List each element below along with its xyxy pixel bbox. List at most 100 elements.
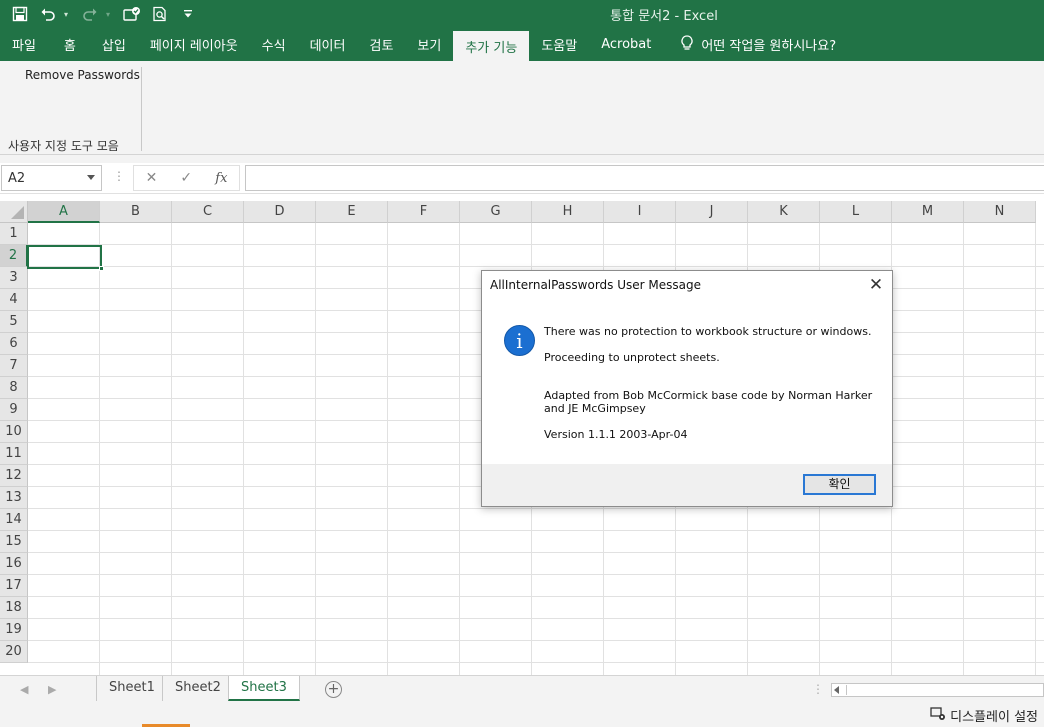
column-gridline bbox=[99, 223, 100, 675]
tab-formulas[interactable]: 수식 bbox=[250, 28, 298, 61]
tab-home[interactable]: 홈 bbox=[48, 28, 90, 61]
column-header-g[interactable]: G bbox=[460, 201, 532, 223]
display-settings-link[interactable]: 디스플레이 설정 bbox=[930, 706, 1038, 725]
row-header-10[interactable]: 10 bbox=[0, 421, 28, 443]
select-all-corner[interactable] bbox=[0, 201, 28, 223]
row-header-12[interactable]: 12 bbox=[0, 465, 28, 487]
row-header-16[interactable]: 16 bbox=[0, 553, 28, 575]
ok-button[interactable]: 확인 bbox=[803, 474, 876, 495]
cancel-icon[interactable]: ✕ bbox=[146, 170, 158, 186]
prev-sheet-icon[interactable]: ◀ bbox=[20, 683, 28, 696]
column-header-c[interactable]: C bbox=[172, 201, 244, 223]
row-header-19[interactable]: 19 bbox=[0, 619, 28, 641]
row-gridline bbox=[28, 574, 1044, 575]
row-gridline bbox=[28, 508, 1044, 509]
tab-add-ins[interactable]: 추가 기능 bbox=[453, 31, 530, 61]
column-gridline bbox=[459, 223, 460, 675]
ribbon-panel: Remove Passwords 사용자 지정 도구 모음 bbox=[0, 61, 1044, 155]
enter-icon[interactable]: ✓ bbox=[180, 170, 192, 186]
row-gridline bbox=[28, 618, 1044, 619]
fill-handle[interactable] bbox=[99, 266, 104, 271]
column-header-a[interactable]: A bbox=[28, 201, 100, 223]
tab-view[interactable]: 보기 bbox=[405, 28, 453, 61]
row-header-2[interactable]: 2 bbox=[0, 245, 28, 267]
column-gridline bbox=[1035, 223, 1036, 675]
window-title: 통합 문서2 - Excel bbox=[610, 9, 718, 24]
dialog-message-line1: There was no protection to workbook stru… bbox=[544, 325, 872, 338]
column-header-i[interactable]: I bbox=[604, 201, 676, 223]
sheet-tab-sheet3[interactable]: Sheet3 bbox=[228, 676, 300, 701]
ribbon-tabs: 파일 홈 삽입 페이지 레이아웃 수식 데이터 검토 보기 추가 기능 도움말 … bbox=[0, 28, 1044, 61]
tab-review[interactable]: 검토 bbox=[357, 28, 405, 61]
row-gridline bbox=[28, 530, 1044, 531]
column-header-b[interactable]: B bbox=[100, 201, 172, 223]
message-dialog: AllInternalPasswords User Message ✕ i Th… bbox=[481, 270, 893, 507]
lightbulb-icon bbox=[681, 34, 693, 55]
select-all-triangle bbox=[11, 206, 24, 219]
tab-page-layout[interactable]: 페이지 레이아웃 bbox=[138, 28, 250, 61]
column-header-h[interactable]: H bbox=[532, 201, 604, 223]
remove-passwords-button[interactable]: Remove Passwords bbox=[25, 68, 140, 82]
name-box[interactable]: A2 bbox=[1, 165, 102, 191]
row-header-18[interactable]: 18 bbox=[0, 597, 28, 619]
column-gridline bbox=[963, 223, 964, 675]
dialog-message-line3b: and JE McGimpsey bbox=[544, 402, 646, 415]
formula-input[interactable] bbox=[245, 165, 1044, 191]
tab-file[interactable]: 파일 bbox=[0, 28, 48, 61]
row-gridline bbox=[28, 662, 1044, 663]
row-header-1[interactable]: 1 bbox=[0, 223, 28, 245]
next-sheet-icon[interactable]: ▶ bbox=[48, 683, 56, 696]
column-header-n[interactable]: N bbox=[964, 201, 1036, 223]
row-header-11[interactable]: 11 bbox=[0, 443, 28, 465]
row-header-5[interactable]: 5 bbox=[0, 311, 28, 333]
custom-toolbars-group-label: 사용자 지정 도구 모음 bbox=[8, 139, 119, 153]
column-header-d[interactable]: D bbox=[244, 201, 316, 223]
row-header-20[interactable]: 20 bbox=[0, 641, 28, 663]
dialog-footer: 확인 bbox=[482, 464, 892, 506]
row-header-15[interactable]: 15 bbox=[0, 531, 28, 553]
row-header-7[interactable]: 7 bbox=[0, 355, 28, 377]
formula-bar-grip-icon[interactable]: ⋮ bbox=[113, 169, 125, 183]
close-icon[interactable]: ✕ bbox=[866, 275, 886, 295]
sheet-tab-sheet2[interactable]: Sheet2 bbox=[162, 676, 233, 701]
formula-bar: A2 ⋮ ✕ ✓ fx bbox=[0, 163, 1044, 193]
tab-acrobat[interactable]: Acrobat bbox=[589, 28, 663, 61]
tab-insert[interactable]: 삽입 bbox=[90, 28, 138, 61]
column-header-e[interactable]: E bbox=[316, 201, 388, 223]
column-header-f[interactable]: F bbox=[388, 201, 460, 223]
column-header-j[interactable]: J bbox=[676, 201, 748, 223]
row-header-14[interactable]: 14 bbox=[0, 509, 28, 531]
name-box-dropdown-icon[interactable] bbox=[87, 175, 95, 180]
sheet-tab-bar: ◀ ▶ Sheet1 Sheet2 Sheet3 + ⋮ bbox=[0, 675, 1044, 703]
row-header-8[interactable]: 8 bbox=[0, 377, 28, 399]
sheet-tab-sheet1[interactable]: Sheet1 bbox=[96, 676, 167, 701]
add-sheet-icon[interactable]: + bbox=[325, 681, 342, 698]
column-header-l[interactable]: L bbox=[820, 201, 892, 223]
row-header-6[interactable]: 6 bbox=[0, 333, 28, 355]
row-gridline bbox=[28, 552, 1044, 553]
display-settings-text: 디스플레이 설정 bbox=[950, 710, 1038, 725]
group-separator bbox=[141, 67, 142, 151]
tell-me-search[interactable]: 어떤 작업을 원하시나요? bbox=[663, 28, 836, 61]
tab-data[interactable]: 데이터 bbox=[298, 28, 358, 61]
row-gridline bbox=[28, 640, 1044, 641]
row-header-17[interactable]: 17 bbox=[0, 575, 28, 597]
scroll-left-icon[interactable] bbox=[834, 686, 839, 694]
tab-help[interactable]: 도움말 bbox=[529, 28, 589, 61]
insert-function-icon[interactable]: fx bbox=[215, 171, 227, 186]
active-cell-a2[interactable] bbox=[27, 245, 104, 271]
scrollbar-divider bbox=[846, 685, 847, 695]
row-header-3[interactable]: 3 bbox=[0, 267, 28, 289]
scroll-split-grip-icon[interactable]: ⋮ bbox=[812, 682, 824, 696]
row-header-9[interactable]: 9 bbox=[0, 399, 28, 421]
row-header-13[interactable]: 13 bbox=[0, 487, 28, 509]
horizontal-scrollbar[interactable] bbox=[831, 683, 1044, 697]
column-header-k[interactable]: K bbox=[748, 201, 820, 223]
row-header-4[interactable]: 4 bbox=[0, 289, 28, 311]
row-gridline bbox=[28, 596, 1044, 597]
tell-me-text: 어떤 작업을 원하시나요? bbox=[701, 39, 837, 54]
column-header-m[interactable]: M bbox=[892, 201, 964, 223]
status-bar: 디스플레이 설정 bbox=[0, 703, 1044, 727]
row-gridline bbox=[28, 266, 1044, 267]
name-box-value: A2 bbox=[8, 170, 26, 186]
